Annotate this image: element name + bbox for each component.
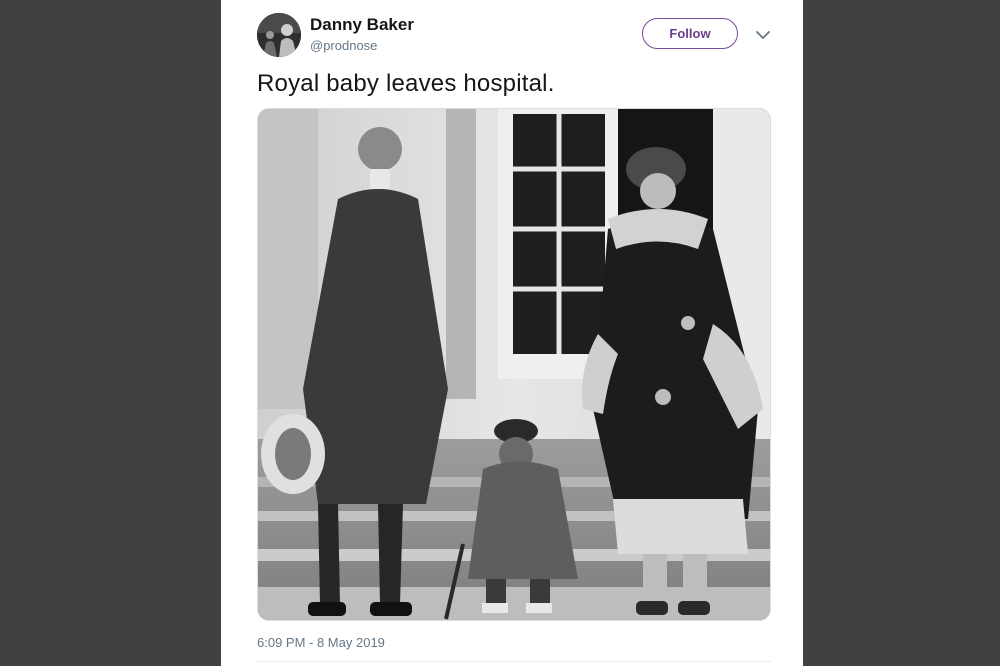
- follow-button-label: Follow: [669, 26, 711, 41]
- follow-button[interactable]: Follow: [642, 18, 738, 49]
- author-name[interactable]: Danny Baker: [310, 15, 414, 35]
- divider: [257, 661, 771, 662]
- tweet-card: Danny Baker @prodnose Follow Royal baby …: [221, 0, 803, 666]
- chevron-down-icon[interactable]: [754, 26, 772, 44]
- tweet-text: Royal baby leaves hospital.: [257, 70, 555, 97]
- author-avatar[interactable]: [257, 13, 301, 57]
- avatar-image: [257, 13, 301, 57]
- screen-backdrop: Danny Baker @prodnose Follow Royal baby …: [0, 0, 1000, 666]
- tweet-timestamp[interactable]: 6:09 PM - 8 May 2019: [257, 635, 385, 650]
- photo-image: [258, 109, 770, 620]
- author-handle[interactable]: @prodnose: [310, 38, 377, 53]
- tweet-photo[interactable]: [257, 108, 771, 621]
